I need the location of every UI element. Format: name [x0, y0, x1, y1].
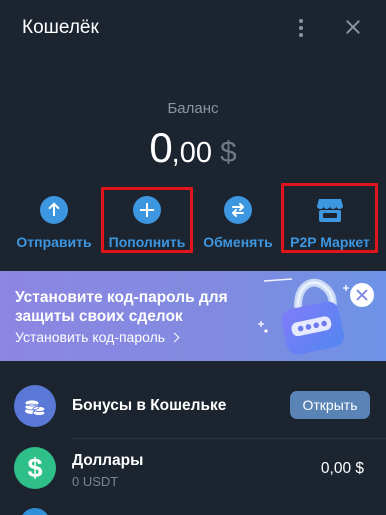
dollar-icon: $ — [14, 447, 56, 489]
plus-icon — [133, 196, 161, 224]
chevron-right-icon — [169, 332, 180, 343]
send-button[interactable]: Отправить — [16, 196, 92, 250]
balance-currency: $ — [220, 136, 237, 169]
balance-integer: 0 — [149, 124, 172, 171]
store-icon — [315, 196, 345, 224]
svg-text:$: $ — [27, 453, 42, 483]
header: Кошелёк — [0, 0, 386, 56]
dollars-value: 0,00 $ — [320, 460, 364, 477]
balance-label: Баланс — [167, 100, 219, 117]
dollars-subtitle: 0 USDT — [72, 474, 119, 489]
kebab-menu-icon[interactable] — [294, 17, 308, 39]
exchange-icon — [224, 196, 252, 224]
send-label: Отправить — [16, 234, 92, 250]
exchange-button[interactable]: Обменять — [203, 196, 273, 250]
arrow-up-icon — [40, 196, 68, 224]
coins-icon — [14, 385, 56, 427]
banner-link[interactable]: Установить код-пароль — [15, 329, 180, 345]
banner-close-icon[interactable] — [350, 283, 374, 307]
exchange-label: Обменять — [203, 234, 273, 250]
balance-decimal: ,00 — [171, 137, 212, 169]
padlock-illustration — [258, 278, 356, 355]
p2p-market-label: P2P Маркет — [290, 234, 370, 250]
topup-button[interactable]: Пополнить — [106, 196, 188, 250]
list-item-dollars[interactable]: $ Доллары 0 USDT 0,00 $ — [0, 438, 386, 502]
next-asset-avatar — [20, 508, 50, 515]
bonus-title: Бонусы в Кошельке — [72, 397, 227, 414]
banner-link-text: Установить код-пароль — [15, 329, 166, 345]
topup-label: Пополнить — [108, 234, 186, 250]
balance-amount: 0,00 $ — [0, 124, 386, 172]
passcode-banner[interactable]: Установите код-пароль для защиты своих с… — [0, 271, 386, 361]
p2p-market-button[interactable]: P2P Маркет — [286, 196, 374, 250]
page-title: Кошелёк — [22, 17, 99, 38]
dollars-title: Доллары — [72, 452, 144, 469]
banner-title: Установите код-пароль для защиты своих с… — [15, 289, 228, 325]
open-button[interactable]: Открыть — [290, 391, 370, 419]
close-icon[interactable] — [343, 17, 363, 37]
